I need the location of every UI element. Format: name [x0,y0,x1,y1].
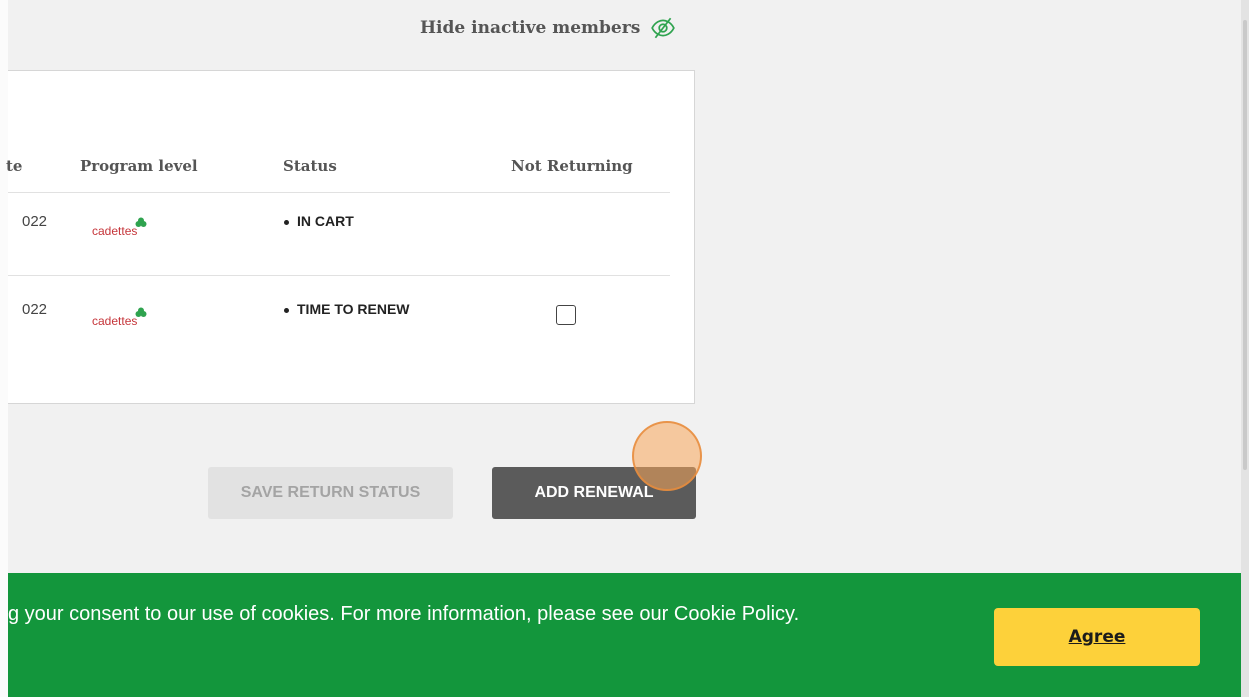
members-table: te Program level Status Not Returning 02… [6,70,695,404]
hide-inactive-label: Hide inactive members [420,18,641,38]
cookie-banner-text: g your consent to our use of cookies. Fo… [8,603,800,625]
agree-button[interactable]: Agree [994,608,1200,666]
column-header-date: te [6,157,23,175]
trefoil-icon [135,217,147,227]
row-2-date: 022 [22,301,48,318]
cookie-banner: g your consent to our use of cookies. Fo… [8,573,1241,697]
cadettes-logo-text: cadettes [92,224,138,238]
status-dot [284,219,289,225]
column-header-not-returning: Not Returning [511,157,633,175]
row-divider [8,275,670,276]
column-header-status: Status [283,157,337,175]
scrollbar-thumb[interactable] [1243,20,1247,470]
save-return-status-button[interactable]: SAVE RETURN STATUS [208,467,453,519]
header-divider [8,192,670,193]
row-1-program-logo: cadettes [92,217,147,238]
row-2-program-logo: cadettes [92,307,147,328]
column-header-program-level: Program level [80,157,198,175]
add-renewal-button[interactable]: ADD RENEWAL [492,467,696,519]
row-1-status: IN CART [284,213,354,229]
status-dot [284,307,289,313]
eye-slash-icon[interactable] [650,15,676,41]
row-1-status-text: IN CART [297,213,354,229]
cadettes-logo-text: cadettes [92,314,138,328]
left-panel-edge [0,0,8,697]
trefoil-icon [135,307,147,317]
not-returning-checkbox[interactable] [556,305,576,325]
row-2-status-text: TIME TO RENEW [297,301,410,317]
hide-inactive-toggle[interactable]: Hide inactive members [420,14,676,42]
page-scrollbar[interactable] [1241,0,1249,697]
row-1-date: 022 [22,213,48,230]
row-2-status: TIME TO RENEW [284,301,410,317]
